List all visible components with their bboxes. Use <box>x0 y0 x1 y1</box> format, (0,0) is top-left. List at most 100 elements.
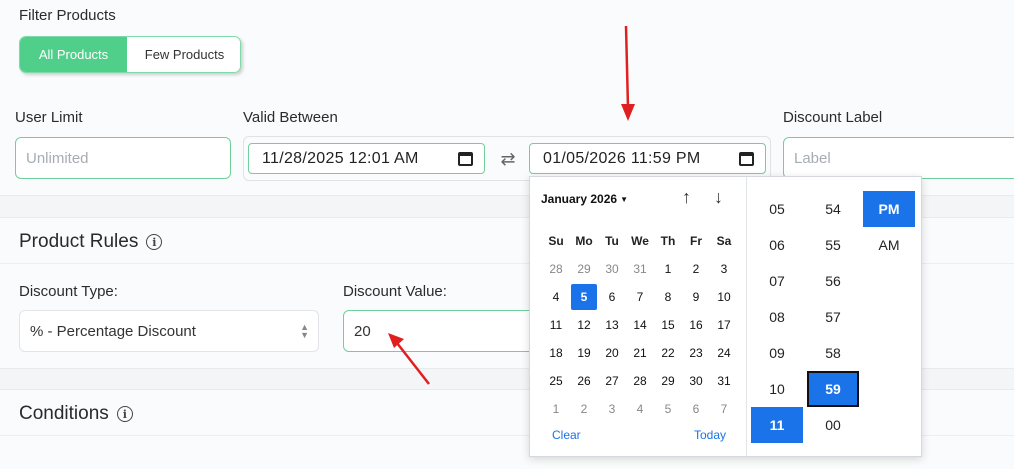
day-cell[interactable]: 12 <box>570 311 598 339</box>
hour-option[interactable]: 08 <box>751 299 803 335</box>
day-cell[interactable]: 2 <box>682 255 710 283</box>
selected-minute-option[interactable]: 59 <box>807 371 859 407</box>
hour-option[interactable]: 10 <box>751 371 803 407</box>
calendar-pane: January 2026 ▼ ↑ ↓ Su Mo Tu We Th Fr Sa 28 29 30 31… <box>530 177 747 456</box>
day-cell[interactable]: 4 <box>542 283 570 311</box>
day-cell[interactable]: 30 <box>598 255 626 283</box>
day-cell[interactable]: 1 <box>654 255 682 283</box>
weekday-header: Tu <box>605 234 619 248</box>
calendar-icon[interactable] <box>458 152 473 166</box>
day-cell[interactable]: 16 <box>682 311 710 339</box>
discount-type-select[interactable]: % - Percentage Discount ▲ ▼ <box>19 310 319 352</box>
day-cell[interactable]: 20 <box>598 339 626 367</box>
minute-column: 54 55 56 57 58 59 00 <box>807 191 859 443</box>
day-cell[interactable]: 25 <box>542 367 570 395</box>
user-limit-input[interactable]: Unlimited <box>15 137 231 179</box>
day-cell[interactable]: 31 <box>710 367 738 395</box>
weekday-header: We <box>631 234 649 248</box>
day-cell[interactable]: 10 <box>710 283 738 311</box>
hour-column: 05 06 07 08 09 10 11 <box>751 191 803 443</box>
hour-option[interactable]: 06 <box>751 227 803 263</box>
day-cell[interactable]: 6 <box>682 395 710 423</box>
arrow-down-icon[interactable]: ↓ <box>714 187 723 208</box>
all-products-button[interactable]: All Products <box>20 37 127 72</box>
filter-toggle: All Products Few Products <box>19 36 241 73</box>
product-rules-heading: Product Rules i <box>19 231 163 253</box>
day-cell[interactable]: 15 <box>654 311 682 339</box>
selected-period-option[interactable]: PM <box>863 191 915 227</box>
today-button[interactable]: Today <box>694 428 726 442</box>
end-datetime-value: 01/05/2026 11:59 PM <box>543 149 701 167</box>
few-products-button[interactable]: Few Products <box>127 37 240 72</box>
conditions-heading: Conditions i <box>19 403 133 425</box>
hour-option[interactable]: 09 <box>751 335 803 371</box>
datetime-picker: January 2026 ▼ ↑ ↓ Su Mo Tu We Th Fr Sa 28 29 30 31… <box>529 176 922 457</box>
minute-option[interactable]: 58 <box>807 335 859 371</box>
hour-option[interactable]: 07 <box>751 263 803 299</box>
calendar-grid: Su Mo Tu We Th Fr Sa 28 29 30 31 1 2 3 4 5 6 7 8 9 10 11 12 13 1… <box>542 227 738 423</box>
day-cell[interactable]: 7 <box>710 395 738 423</box>
weekday-header: Su <box>548 234 564 248</box>
discount-value-text: 20 <box>354 322 371 340</box>
swap-arrows-icon[interactable]: ⇄ <box>498 149 518 170</box>
day-cell[interactable]: 4 <box>626 395 654 423</box>
clear-button[interactable]: Clear <box>552 428 581 442</box>
month-selector[interactable]: January 2026 ▼ <box>541 192 628 206</box>
info-icon[interactable]: i <box>116 406 133 422</box>
calendar-icon[interactable] <box>739 152 754 166</box>
day-cell[interactable]: 17 <box>710 311 738 339</box>
minute-option[interactable]: 57 <box>807 299 859 335</box>
day-cell[interactable]: 19 <box>570 339 598 367</box>
day-cell[interactable]: 14 <box>626 311 654 339</box>
day-cell[interactable]: 2 <box>570 395 598 423</box>
day-cell[interactable]: 28 <box>626 367 654 395</box>
day-cell[interactable]: 21 <box>626 339 654 367</box>
day-cell[interactable]: 8 <box>654 283 682 311</box>
day-cell[interactable]: 24 <box>710 339 738 367</box>
day-cell[interactable]: 6 <box>598 283 626 311</box>
day-cell[interactable]: 3 <box>598 395 626 423</box>
minute-option[interactable]: 55 <box>807 227 859 263</box>
day-cell[interactable]: 28 <box>542 255 570 283</box>
end-datetime-input[interactable]: 01/05/2026 11:59 PM <box>529 143 766 174</box>
hour-option[interactable]: 05 <box>751 191 803 227</box>
weekday-header: Th <box>660 234 676 248</box>
day-cell[interactable]: 23 <box>682 339 710 367</box>
weekday-header: Sa <box>716 234 732 248</box>
day-cell[interactable]: 13 <box>598 311 626 339</box>
arrow-up-icon[interactable]: ↑ <box>682 187 691 208</box>
day-cell[interactable]: 5 <box>654 395 682 423</box>
weekday-header: Fr <box>690 234 702 248</box>
info-icon[interactable]: i <box>146 234 163 250</box>
discount-label-input[interactable]: Label <box>783 137 1014 179</box>
start-datetime-input[interactable]: 11/28/2025 12:01 AM <box>248 143 485 174</box>
product-rules-title: Product Rules <box>19 231 139 252</box>
day-cell[interactable]: 26 <box>570 367 598 395</box>
day-cell[interactable]: 1 <box>542 395 570 423</box>
day-cell[interactable]: 30 <box>682 367 710 395</box>
day-cell[interactable]: 3 <box>710 255 738 283</box>
user-limit-label: User Limit <box>15 109 83 126</box>
period-option[interactable]: AM <box>863 227 915 263</box>
day-cell[interactable]: 29 <box>654 367 682 395</box>
minute-option[interactable]: 56 <box>807 263 859 299</box>
day-cell[interactable]: 31 <box>626 255 654 283</box>
annotation-arrow-diagonal <box>388 333 430 385</box>
weekday-header: Mo <box>575 234 593 248</box>
day-cell[interactable]: 29 <box>570 255 598 283</box>
day-cell[interactable]: 18 <box>542 339 570 367</box>
day-cell[interactable]: 9 <box>682 283 710 311</box>
selected-hour-option[interactable]: 11 <box>751 407 803 443</box>
day-cell[interactable]: 22 <box>654 339 682 367</box>
discount-value-input[interactable]: 20 <box>343 310 543 352</box>
period-column: PM AM <box>863 191 915 263</box>
day-cell[interactable]: 7 <box>626 283 654 311</box>
day-cell[interactable]: 11 <box>542 311 570 339</box>
month-label: January 2026 <box>541 192 618 206</box>
discount-label-label: Discount Label <box>783 109 883 126</box>
minute-option[interactable]: 00 <box>807 407 859 443</box>
selected-day-cell[interactable]: 5 <box>571 284 597 310</box>
day-cell[interactable]: 27 <box>598 367 626 395</box>
minute-option[interactable]: 54 <box>807 191 859 227</box>
conditions-title: Conditions <box>19 403 109 424</box>
